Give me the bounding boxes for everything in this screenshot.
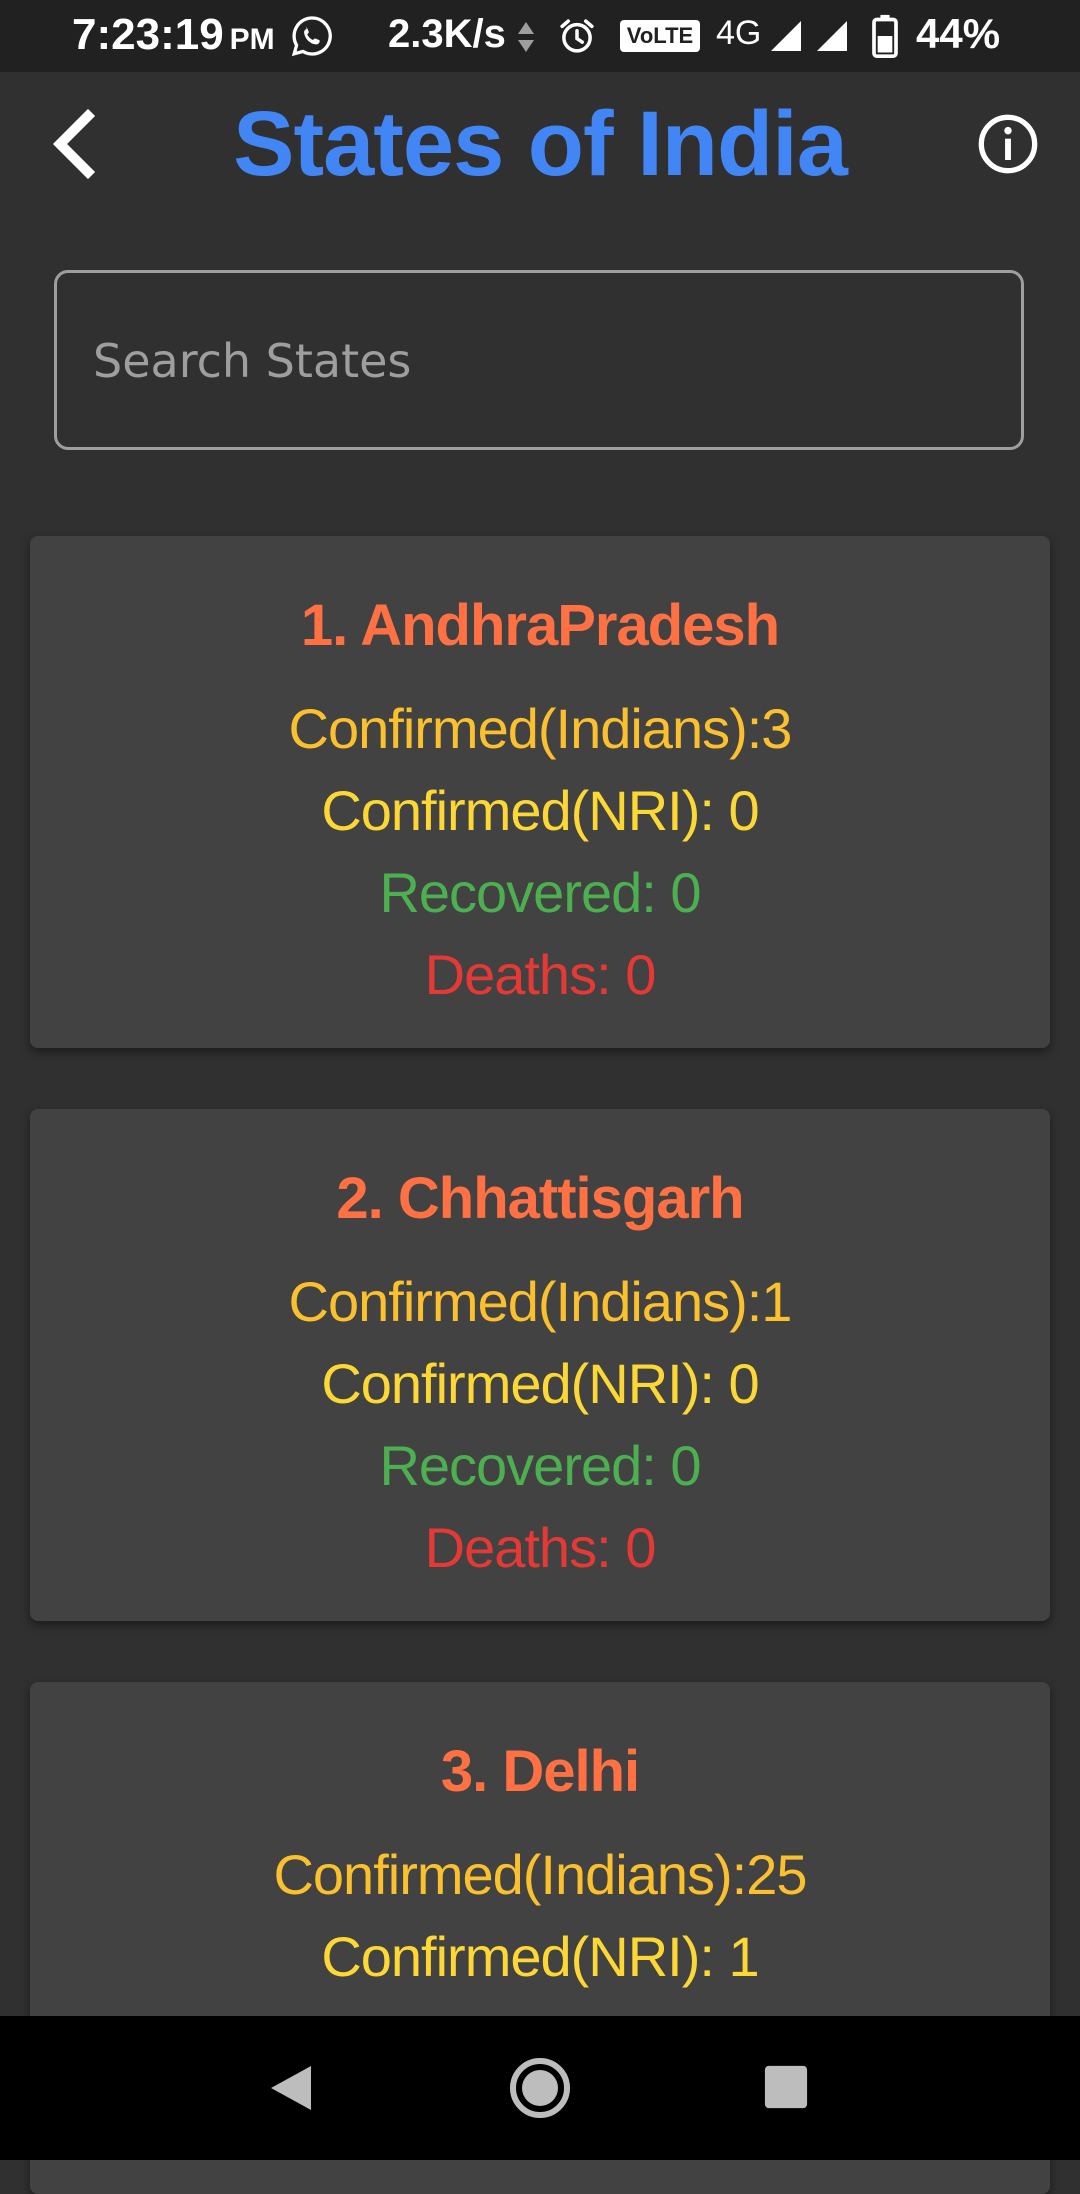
search-field xyxy=(54,270,1024,450)
nav-back-icon[interactable] xyxy=(266,2062,316,2114)
volte-badge: VoLTE xyxy=(620,20,700,52)
state-name: 1. AndhraPradesh xyxy=(300,593,780,658)
battery-icon xyxy=(872,14,898,58)
status-time-value: 7:23:19 xyxy=(72,10,224,59)
state-card[interactable]: 1. AndhraPradesh Confirmed(Indians):3 Co… xyxy=(30,536,1050,1048)
signal-icon xyxy=(817,21,847,51)
data-activity-icon xyxy=(518,22,534,52)
app-bar: States of India xyxy=(0,72,1080,222)
recovered-count: Recovered: 0 xyxy=(379,861,701,924)
nav-home-icon[interactable] xyxy=(508,2056,572,2120)
recovered-count: Recovered: 0 xyxy=(379,1434,701,1497)
alarm-icon xyxy=(560,19,594,53)
status-bar: 7:23:19 PM 2.3K/s VoLTE 4G 44% xyxy=(0,0,1080,72)
confirmed-nri: Confirmed(NRI): 0 xyxy=(321,1352,759,1415)
network-type: 4G xyxy=(716,14,762,52)
whatsapp-icon xyxy=(291,16,332,57)
battery-percent: 44% xyxy=(916,10,1001,57)
status-ampm: PM xyxy=(229,23,275,56)
deaths-count: Deaths: 0 xyxy=(424,943,657,1006)
search-input[interactable] xyxy=(91,273,995,449)
confirmed-nri: Confirmed(NRI): 1 xyxy=(321,1925,759,1988)
deaths-count: Deaths: 0 xyxy=(424,1516,657,1579)
confirmed-indians: Confirmed(Indians):25 xyxy=(273,1843,807,1906)
info-icon[interactable] xyxy=(976,112,1040,176)
state-name: 2. Chhattisgarh xyxy=(336,1166,744,1231)
confirmed-nri: Confirmed(NRI): 0 xyxy=(321,779,759,842)
network-speed: 2.3K/s xyxy=(388,12,506,56)
confirmed-indians: Confirmed(Indians):1 xyxy=(288,1270,793,1333)
system-nav-bar xyxy=(0,2016,1080,2160)
status-time: 7:23:19 PM xyxy=(72,10,275,60)
signal-icon xyxy=(771,21,801,51)
nav-recents-icon[interactable] xyxy=(763,2064,809,2110)
page-title: States of India xyxy=(233,93,848,195)
confirmed-indians: Confirmed(Indians):3 xyxy=(288,697,793,760)
state-name: 3. Delhi xyxy=(440,1739,640,1804)
state-card[interactable]: 2. Chhattisgarh Confirmed(Indians):1 Con… xyxy=(30,1109,1050,1621)
